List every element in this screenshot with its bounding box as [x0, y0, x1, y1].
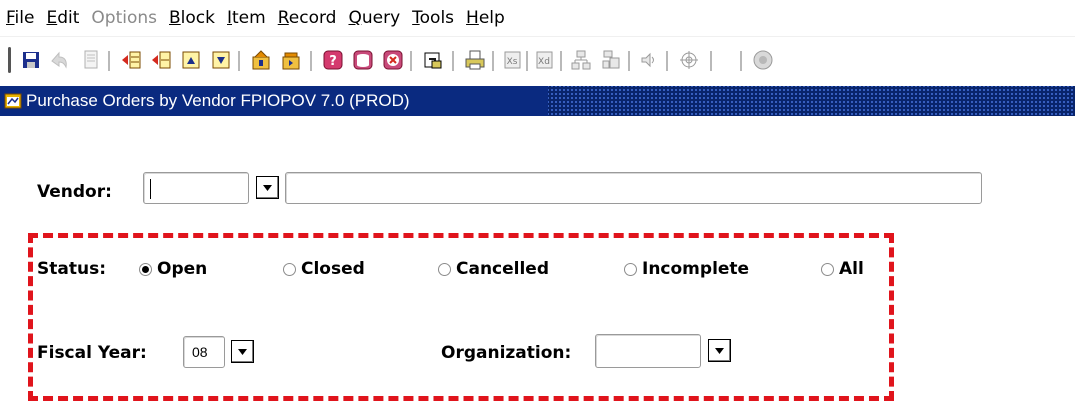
menu-tools[interactable]: Tools: [412, 8, 454, 28]
globe-icon[interactable]: [750, 47, 776, 73]
menu-file[interactable]: File: [6, 8, 34, 28]
menu-file-mnemonic: F: [6, 8, 15, 28]
target-icon[interactable]: [676, 47, 702, 73]
vendor-lookup-button[interactable]: [256, 176, 279, 199]
status-radio-all[interactable]: All: [821, 256, 864, 282]
menu-item-label: tem: [232, 8, 266, 28]
menu-query-label: uery: [361, 8, 401, 28]
rollback-icon[interactable]: [46, 47, 72, 73]
execute-query-icon[interactable]: [278, 47, 304, 73]
toolbar-separator: [492, 51, 494, 71]
menu-block-mnemonic: B: [169, 8, 181, 28]
fiscal-year-field[interactable]: 08: [183, 336, 225, 368]
menu-record[interactable]: Record: [278, 8, 337, 28]
toolbar: ? Xs Xd: [0, 36, 1075, 84]
help-icon[interactable]: ?: [320, 47, 346, 73]
save-icon[interactable]: [18, 47, 44, 73]
text-caret: [150, 179, 151, 199]
fiscal-year-value: 08: [192, 344, 208, 360]
menu-edit-label: dit: [57, 8, 80, 28]
status-radio-incomplete[interactable]: Incomplete: [624, 256, 749, 282]
move-icon[interactable]: [598, 47, 624, 73]
network-icon[interactable]: [568, 47, 594, 73]
radio-button[interactable]: [624, 262, 637, 276]
menu-edit-mnemonic: E: [46, 8, 58, 28]
database-icon[interactable]: [350, 47, 376, 73]
svg-text:Xd: Xd: [538, 57, 550, 67]
menu-query[interactable]: Query: [348, 8, 400, 28]
print-page-icon[interactable]: [78, 47, 104, 73]
radio-button[interactable]: [283, 262, 296, 276]
menu-help-mnemonic: H: [466, 8, 479, 28]
menu-edit[interactable]: Edit: [46, 8, 79, 28]
menu-item[interactable]: Item: [227, 8, 266, 28]
block-next-icon[interactable]: [208, 47, 234, 73]
organization-lookup-button[interactable]: [708, 339, 731, 362]
status-radio-open[interactable]: Open: [139, 256, 207, 282]
enter-query-icon[interactable]: [248, 47, 274, 73]
vendor-name-field[interactable]: [285, 172, 982, 204]
vendor-label: Vendor:: [37, 182, 112, 202]
chevron-down-icon: [263, 185, 272, 191]
menu-help-label: elp: [478, 8, 505, 28]
chevron-down-icon: [715, 348, 724, 354]
block-previous-icon[interactable]: [178, 47, 204, 73]
menu-record-mnemonic: R: [277, 8, 289, 28]
toolbar-separator: [108, 51, 110, 71]
chevron-down-icon: [238, 349, 247, 355]
menu-bar: File Edit Options Block Item Record Quer…: [0, 0, 1075, 36]
status-closed-label: Closed: [301, 259, 365, 279]
radio-button-checked[interactable]: [139, 262, 152, 276]
toolbar-separator: [310, 51, 312, 71]
status-incomplete-label: Incomplete: [642, 259, 750, 279]
status-label: Status:: [37, 259, 106, 279]
toolbar-separator: [560, 51, 562, 71]
status-radio-closed[interactable]: Closed: [283, 256, 365, 282]
options-icon[interactable]: [420, 47, 446, 73]
fiscal-year-lookup-button[interactable]: [231, 340, 254, 363]
menu-block-label: lock: [180, 8, 215, 28]
status-open-label: Open: [157, 259, 208, 279]
menu-options: Options: [91, 8, 157, 28]
exit-icon[interactable]: [380, 47, 406, 73]
status-cancelled-label: Cancelled: [456, 259, 550, 279]
svg-text:Xs: Xs: [507, 57, 518, 67]
menu-block[interactable]: Block: [169, 8, 215, 28]
toolbar-separator: [238, 51, 240, 71]
fiscal-year-label: Fiscal Year:: [37, 343, 147, 363]
toolbar-separator: [410, 51, 412, 71]
menu-file-label: ile: [14, 8, 35, 28]
menu-options-mnemonic: O: [91, 8, 105, 28]
radio-button[interactable]: [438, 262, 451, 276]
menu-help[interactable]: Help: [466, 8, 505, 28]
menu-query-mnemonic: Q: [348, 8, 362, 28]
menu-tools-mnemonic: T: [412, 8, 420, 28]
menu-tools-label: ools: [419, 8, 455, 28]
radio-button[interactable]: [821, 262, 834, 276]
svg-text:?: ?: [329, 54, 337, 69]
extract-data-icon[interactable]: Xd: [532, 47, 558, 73]
status-radio-cancelled[interactable]: Cancelled: [438, 256, 549, 282]
insert-record-icon[interactable]: [118, 47, 144, 73]
vendor-id-field[interactable]: [143, 172, 249, 204]
organization-label: Organization:: [441, 343, 572, 363]
toolbar-separator: [666, 51, 668, 71]
status-all-label: All: [839, 259, 864, 279]
toolbar-grip: [8, 47, 11, 73]
toolbar-separator: [452, 51, 454, 71]
sound-icon[interactable]: [636, 47, 662, 73]
menu-record-label: ecord: [288, 8, 337, 28]
menu-options-label: ptions: [104, 8, 157, 28]
organization-field[interactable]: [595, 334, 701, 368]
remove-record-icon[interactable]: [148, 47, 174, 73]
window-title-bar: Purchase Orders by Vendor FPIOPOV 7.0 (P…: [0, 86, 1075, 116]
toolbar-separator: [526, 51, 528, 71]
toolbar-separator: [740, 51, 742, 71]
toolbar-separator: [710, 51, 712, 71]
forms-app-icon: [4, 92, 22, 110]
extract-icon[interactable]: Xs: [500, 47, 526, 73]
toolbar-separator: [628, 51, 630, 71]
print-icon[interactable]: [462, 47, 488, 73]
window-title: Purchase Orders by Vendor FPIOPOV 7.0 (P…: [26, 91, 410, 110]
